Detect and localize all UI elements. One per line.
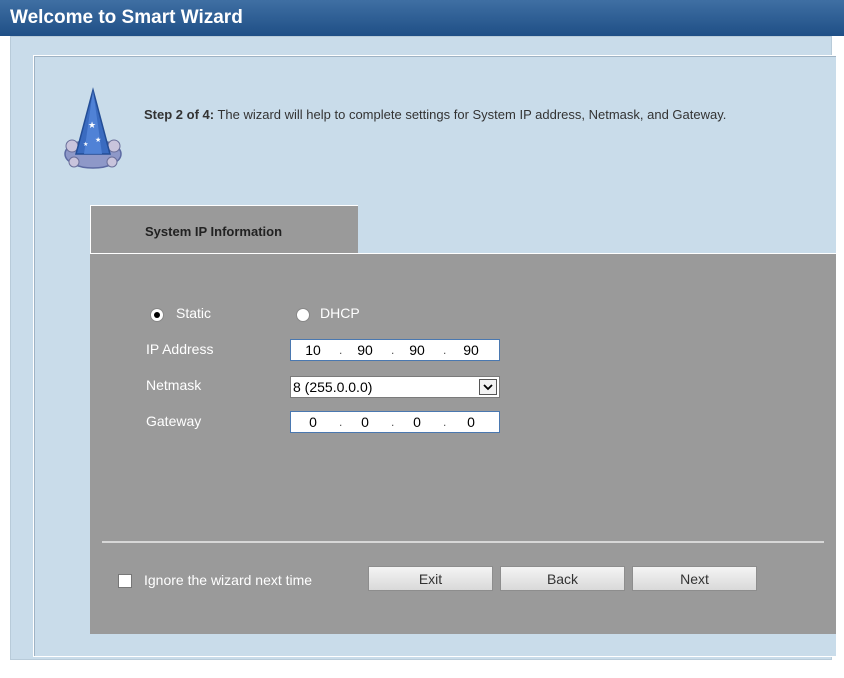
ip-address-label: IP Address — [146, 341, 214, 357]
divider — [102, 541, 824, 543]
gateway-octet-2[interactable]: 0 — [349, 414, 381, 430]
ip-separator: . — [339, 343, 343, 357]
gateway-label: Gateway — [146, 413, 202, 429]
gateway-separator: . — [391, 415, 395, 429]
system-ip-panel: Static DHCP IP Address 10 . 90 . 90 . 90… — [90, 253, 836, 634]
netmask-select[interactable]: 8 (255.0.0.0) — [290, 376, 500, 398]
ip-octet-1[interactable]: 10 — [297, 342, 329, 358]
gateway-separator: . — [339, 415, 343, 429]
gateway-octet-4[interactable]: 0 — [455, 414, 487, 430]
ip-octet-4[interactable]: 90 — [455, 342, 487, 358]
ignore-wizard-checkbox[interactable] — [118, 574, 132, 588]
back-button[interactable]: Back — [500, 566, 625, 591]
dhcp-label: DHCP — [320, 305, 360, 321]
step-instructions: Step 2 of 4: The wizard will help to com… — [144, 106, 804, 123]
gateway-octet-1[interactable]: 0 — [297, 414, 329, 430]
ip-octet-3[interactable]: 90 — [401, 342, 433, 358]
wizard-content: ★ ★ ★ Step 2 of 4: The wizard will help … — [33, 55, 837, 657]
svg-text:★: ★ — [88, 120, 96, 130]
static-label: Static — [176, 305, 212, 321]
ip-separator: . — [391, 343, 395, 357]
dhcp-radio[interactable] — [296, 308, 310, 322]
wizard-frame: ★ ★ ★ Step 2 of 4: The wizard will help … — [10, 36, 837, 660]
ip-octet-2[interactable]: 90 — [349, 342, 381, 358]
step-description: The wizard will help to complete setting… — [214, 107, 727, 122]
tab-system-ip-information[interactable]: System IP Information — [90, 205, 358, 257]
svg-text:★: ★ — [95, 136, 101, 144]
chevron-down-icon[interactable] — [479, 379, 497, 395]
netmask-label: Netmask — [146, 377, 202, 393]
exit-button[interactable]: Exit — [368, 566, 493, 591]
next-button[interactable]: Next — [632, 566, 757, 591]
netmask-value: 8 (255.0.0.0) — [293, 379, 373, 395]
ip-address-field: 10 . 90 . 90 . 90 — [290, 339, 500, 361]
ignore-wizard-label: Ignore the wizard next time — [144, 572, 313, 588]
wizard-hat-icon: ★ ★ ★ — [62, 84, 124, 174]
ip-separator: . — [443, 343, 447, 357]
window-title: Welcome to Smart Wizard — [0, 0, 844, 36]
svg-text:★: ★ — [83, 141, 88, 148]
gateway-octet-3[interactable]: 0 — [401, 414, 433, 430]
static-radio[interactable] — [150, 308, 164, 322]
step-heading: Step 2 of 4: — [144, 107, 215, 122]
gateway-field: 0 . 0 . 0 . 0 — [290, 411, 500, 433]
tab-label: System IP Information — [145, 224, 283, 239]
gateway-separator: . — [443, 415, 447, 429]
